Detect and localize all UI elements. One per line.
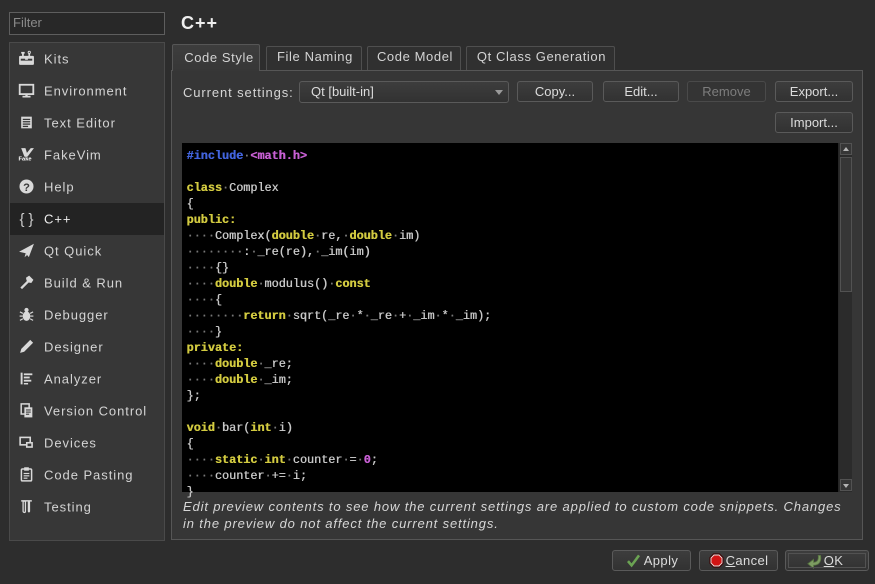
svg-text:Fake: Fake	[19, 156, 32, 162]
svg-text:?: ?	[23, 182, 30, 194]
svg-text:{ }: { }	[19, 212, 33, 227]
